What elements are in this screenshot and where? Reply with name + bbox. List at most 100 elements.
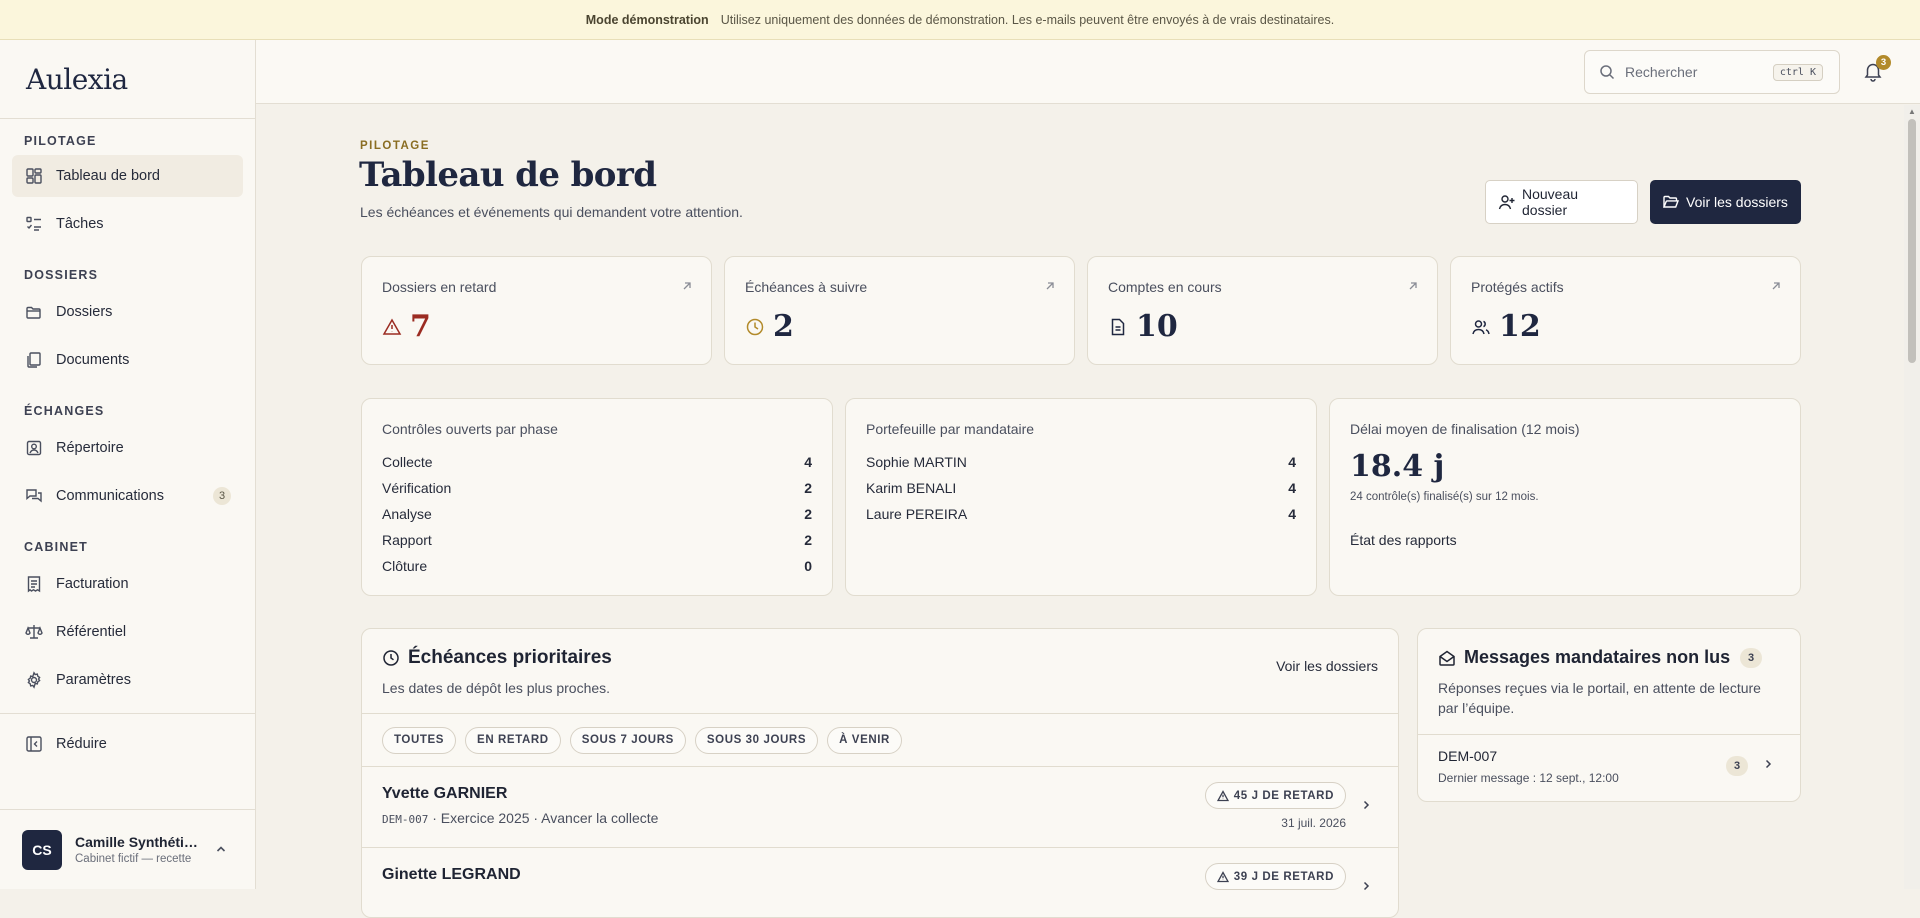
demo-banner-text: Utilisez uniquement des données de démon… — [720, 12, 1335, 27]
sidebar: Aulexia PILOTAGE Tableau de bord Tâches … — [0, 40, 256, 889]
phase-value: 0 — [804, 558, 812, 574]
sidebar-item-tasks[interactable]: Tâches — [12, 203, 243, 245]
deadline-meta: DEM-007 · Exercice 2025 · Avancer la col… — [382, 810, 658, 826]
nav-section-cabinet: CABINET — [24, 540, 88, 554]
sidebar-item-facturation[interactable]: Facturation — [12, 563, 243, 605]
phases-panel: Contrôles ouverts par phase Collecte 4 Vé… — [361, 398, 833, 596]
chevron-right-icon — [1762, 757, 1774, 773]
deadline-date: 31 juil. 2026 — [1281, 816, 1346, 830]
clock-icon — [382, 649, 408, 667]
search-input[interactable]: Rechercher ctrl K — [1584, 50, 1840, 94]
kpi-card-deadlines[interactable]: Échéances à suivre 2 — [724, 256, 1075, 365]
gear-icon — [24, 670, 44, 690]
delay-value: 18.4 j — [1350, 449, 1445, 484]
arrow-up-right-icon — [1044, 279, 1056, 295]
kpi-card-accounts[interactable]: Comptes en cours 10 — [1087, 256, 1438, 365]
sidebar-item-label: Documents — [56, 352, 130, 368]
nav-section-pilotage: PILOTAGE — [24, 134, 97, 148]
main-content: PILOTAGE Tableau de bord Les échéances e… — [256, 105, 1904, 918]
kpi-value: 2 — [773, 309, 794, 344]
sidebar-item-documents[interactable]: Documents — [12, 339, 243, 381]
nav-section-echanges: ÉCHANGES — [24, 404, 105, 418]
collapse-label: Réduire — [56, 736, 107, 752]
phase-label: Analyse — [382, 506, 432, 522]
view-dossiers-button[interactable]: Voir les dossiers — [1650, 180, 1801, 224]
page-eyebrow: PILOTAGE — [360, 140, 430, 152]
mail-open-icon — [1438, 649, 1464, 667]
avatar: CS — [22, 829, 62, 870]
add-user-icon — [1498, 193, 1522, 211]
deadlines-title-text: Échéances prioritaires — [408, 647, 612, 668]
new-dossier-button[interactable]: Nouveau dossier — [1485, 180, 1638, 224]
phase-value: 2 — [804, 532, 812, 548]
sidebar-item-dossiers[interactable]: Dossiers — [12, 291, 243, 333]
demo-banner-title: Mode démonstration — [585, 12, 709, 27]
sidebar-item-repertoire[interactable]: Répertoire — [12, 427, 243, 469]
chevron-right-icon — [1360, 798, 1372, 814]
mandataire-name: Laure PEREIRA — [866, 506, 968, 522]
phase-label: Collecte — [382, 454, 433, 470]
kpi-card-protected[interactable]: Protégés actifs 12 — [1450, 256, 1801, 365]
collapse-sidebar-button[interactable]: Réduire — [12, 723, 243, 765]
sidebar-item-communications[interactable]: Communications 3 — [12, 475, 243, 517]
phase-row: Vérification 2 — [382, 475, 812, 501]
kpi-card-late[interactable]: Dossiers en retard 7 — [361, 256, 712, 365]
topbar: Rechercher ctrl K 3 — [256, 40, 1920, 104]
message-item[interactable]: DEM-007 Dernier message : 12 sept., 12:0… — [1418, 734, 1800, 798]
mandataire-count: 4 — [1288, 506, 1296, 522]
arrow-up-right-icon — [681, 279, 693, 295]
search-shortcut: ctrl K — [1772, 63, 1823, 81]
dashboard-icon — [24, 166, 44, 186]
main-scrollbar[interactable]: ▲ — [1904, 105, 1920, 889]
sidebar-item-label: Dossiers — [56, 304, 113, 320]
deadline-row[interactable]: Yvette GARNIER DEM-007 · Exercice 2025 ·… — [362, 767, 1398, 848]
messages-count-badge: 3 — [1740, 647, 1763, 668]
sidebar-item-label: Communications — [56, 488, 164, 504]
users-icon — [1471, 317, 1499, 337]
deadline-code: DEM-007 — [382, 813, 429, 826]
communications-count-badge: 3 — [213, 487, 231, 505]
mandataire-count: 4 — [1288, 454, 1296, 470]
mandataire-name: Karim BENALI — [866, 480, 957, 496]
sidebar-item-label: Répertoire — [56, 440, 124, 456]
phase-value: 4 — [804, 454, 812, 470]
phase-row: Collecte 4 — [382, 449, 812, 475]
filter-30-days[interactable]: SOUS 30 JOURS — [694, 726, 819, 754]
phase-value: 2 — [804, 506, 812, 522]
messages-title-text: Messages mandataires non lus — [1464, 647, 1731, 667]
document-icon — [1108, 317, 1136, 337]
user-menu[interactable]: CS Camille Synthétique Cabinet fictif — … — [0, 809, 255, 889]
filter-all[interactable]: TOUTES — [382, 726, 457, 754]
message-code: DEM-007 — [1438, 748, 1498, 764]
deadline-name: Yvette GARNIER — [382, 785, 508, 802]
delay-note: 24 contrôle(s) finalisé(s) sur 12 mois. — [1350, 491, 1539, 503]
scrollbar-thumb[interactable] — [1908, 119, 1916, 363]
new-dossier-label: Nouveau dossier — [1522, 186, 1579, 218]
kpi-value: 10 — [1136, 309, 1178, 344]
sidebar-item-dashboard[interactable]: Tableau de bord — [12, 155, 243, 197]
brand-logo[interactable]: Aulexia — [0, 40, 255, 119]
sidebar-item-label: Tableau de bord — [56, 168, 160, 184]
chevron-up-icon[interactable] — [215, 842, 227, 858]
filter-7-days[interactable]: SOUS 7 JOURS — [569, 726, 686, 754]
late-badge: 39 J DE RETARD — [1204, 863, 1346, 890]
clock-icon — [745, 317, 773, 337]
scroll-up-arrow-icon[interactable]: ▲ — [1908, 107, 1916, 116]
messages-panel: Messages mandataires non lus 3 Réponses … — [1417, 628, 1801, 802]
kpi-label: Comptes en cours — [1108, 279, 1222, 295]
kpi-value: 7 — [410, 309, 431, 344]
sidebar-item-referentiel[interactable]: Référentiel — [12, 611, 243, 653]
phase-label: Clôture — [382, 558, 428, 574]
filter-upcoming[interactable]: À VENIR — [827, 726, 902, 754]
deadline-row[interactable]: Ginette LEGRAND 39 J DE RETARD — [362, 848, 1398, 917]
sidebar-item-label: Facturation — [56, 576, 129, 592]
sidebar-item-parametres[interactable]: Paramètres — [12, 659, 243, 701]
demo-banner: Mode démonstration Utilisez uniquement d… — [0, 0, 1920, 40]
notifications-button[interactable]: 3 — [1862, 55, 1891, 84]
kpi-label: Protégés actifs — [1471, 279, 1564, 295]
view-dossiers-link[interactable]: Voir les dossiers — [1276, 658, 1378, 674]
reports-status-link[interactable]: État des rapports — [1350, 532, 1457, 548]
mandataire-count: 4 — [1288, 480, 1296, 496]
filter-late[interactable]: EN RETARD — [465, 726, 561, 754]
chevron-right-icon — [1360, 879, 1372, 895]
